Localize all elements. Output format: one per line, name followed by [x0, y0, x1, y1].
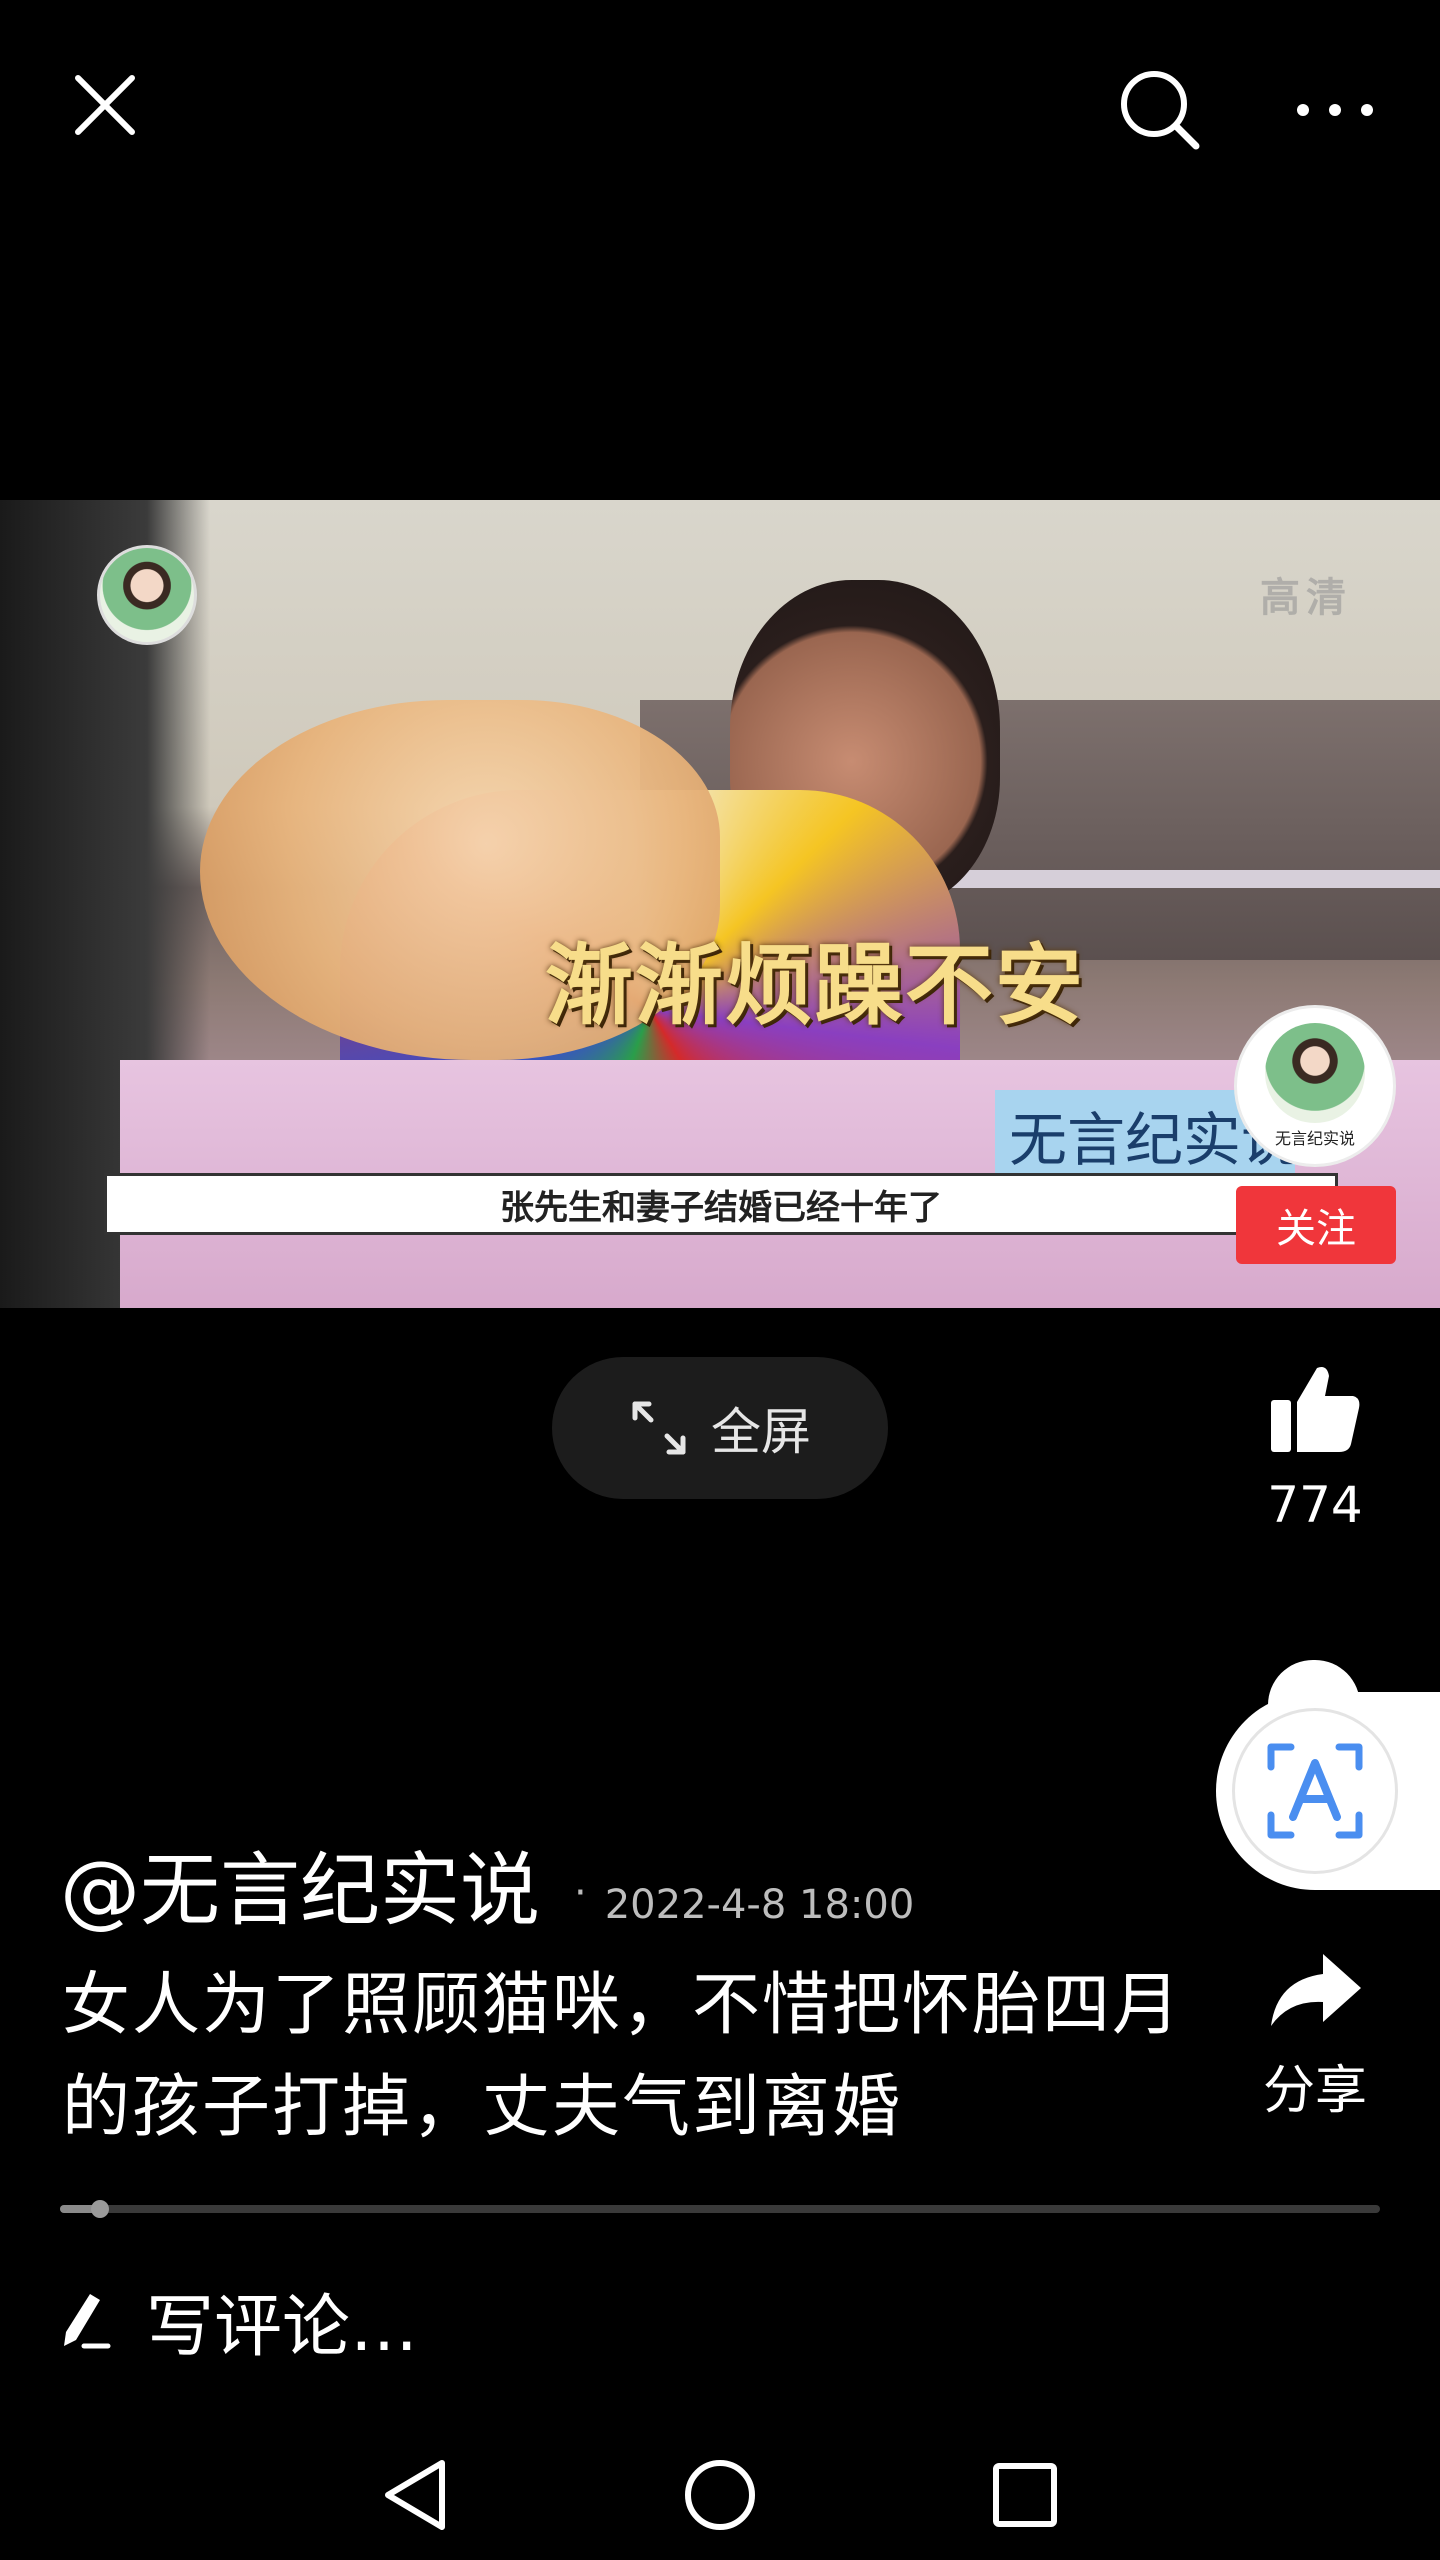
like-count: 774 — [1267, 1476, 1363, 1534]
post-title: 女人为了照顾猫咪，不惜把怀胎四月的孩子打掉，丈夫气到离婚 — [62, 1966, 1183, 2147]
avatar-name: 无言纪实说 — [1274, 1129, 1355, 1148]
more-icon — [1297, 104, 1373, 116]
video-progress-bar[interactable] — [60, 2200, 1380, 2218]
home-icon — [685, 2460, 755, 2530]
nav-back-button[interactable] — [360, 2440, 470, 2550]
thumbs-up-icon — [1271, 1367, 1360, 1452]
share-button[interactable] — [1267, 1950, 1363, 2034]
comment-input[interactable]: 写评论… — [60, 2270, 418, 2370]
search-button[interactable] — [1110, 60, 1210, 160]
translate-icon — [1267, 1743, 1363, 1839]
more-options-button[interactable] — [1280, 70, 1390, 150]
author-avatar[interactable]: 无言纪实说 — [1234, 1005, 1396, 1167]
video-player[interactable]: 高清 渐渐烦躁不安 无言纪实说 张先生和妻子结婚已经十年了 — [0, 500, 1440, 1308]
pen-icon — [64, 2294, 111, 2349]
top-bar — [0, 0, 1440, 220]
video-channel-logo — [97, 545, 197, 645]
follow-button[interactable]: 关注 — [1236, 1186, 1396, 1264]
video-subtitle: 张先生和妻子结婚已经十年了 — [104, 1173, 1338, 1235]
nav-home-button[interactable] — [665, 2440, 775, 2550]
author-name[interactable]: @无言纪实说 — [60, 1826, 540, 1942]
author-avatar-container: 无言纪实说 — [1230, 1005, 1400, 1215]
fullscreen-button[interactable]: 全屏 — [552, 1357, 888, 1499]
comment-placeholder: 写评论… — [146, 2287, 419, 2367]
like-container: 774 — [1230, 1360, 1400, 1534]
video-caption: 渐渐烦躁不安 — [545, 934, 1086, 1037]
progress-track — [60, 2205, 1380, 2213]
avatar-image — [1265, 1023, 1365, 1123]
floating-translate-inner — [1232, 1708, 1398, 1874]
nav-recents-button[interactable] — [970, 2440, 1080, 2550]
author-row: @无言纪实说 · 2022-4-8 18:00 — [60, 1826, 914, 1942]
system-navigation-bar — [0, 2420, 1440, 2560]
fullscreen-label: 全屏 — [711, 1403, 811, 1461]
share-container: 分享 — [1230, 1950, 1400, 2123]
like-button[interactable] — [1267, 1360, 1363, 1460]
progress-handle[interactable] — [90, 2200, 109, 2218]
floating-translate-button[interactable] — [1216, 1692, 1440, 1890]
expand-icon — [632, 1401, 686, 1455]
separator-dot: · — [574, 1870, 587, 1916]
share-arrow-icon — [1271, 1954, 1361, 2026]
recents-icon — [993, 2463, 1057, 2527]
back-icon — [385, 2460, 445, 2530]
share-label: 分享 — [1262, 2061, 1367, 2121]
close-button[interactable] — [60, 60, 150, 150]
search-icon — [1121, 71, 1200, 150]
post-timestamp: 2022-4-8 18:00 — [604, 1882, 915, 1928]
close-icon — [75, 75, 135, 135]
video-quality-label: 高清 — [1260, 575, 1352, 621]
